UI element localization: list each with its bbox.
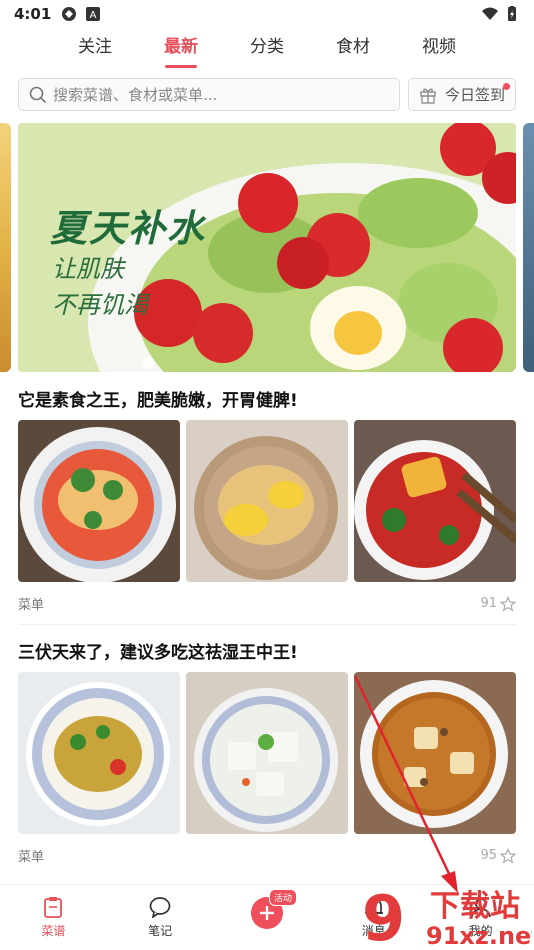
watermark-logo: 9 下载站 91xz.net <box>360 882 534 950</box>
nav-label: 菜谱 <box>41 924 66 938</box>
item-tag: 菜单 <box>18 598 45 613</box>
star-icon[interactable] <box>500 595 516 612</box>
note-icon <box>148 895 172 919</box>
banner-subtitle-line2: 不再饥渴 <box>52 291 148 319</box>
event-badge: 活动 <box>268 889 297 906</box>
notification-dot <box>503 83 510 90</box>
add-button[interactable]: 活动 <box>250 889 297 929</box>
search-row: 搜索菜谱、食材或菜单... 今日签到 <box>18 78 516 111</box>
banner-subtitle-line1: 让肌肤 <box>52 255 124 283</box>
photo-row[interactable] <box>18 420 516 582</box>
tab-category[interactable]: 分类 <box>250 30 284 66</box>
section-title[interactable]: 它是素食之王，肥美脆嫩，开胃健脾! <box>18 386 298 411</box>
watermark-line2: 91xz.net <box>426 922 532 948</box>
dish-photo[interactable] <box>186 420 348 582</box>
checkin-button[interactable]: 今日签到 <box>408 78 516 111</box>
item-tag: 菜单 <box>18 850 45 865</box>
gift-icon <box>420 88 436 104</box>
tab-ingredients[interactable]: 食材 <box>336 30 370 66</box>
search-placeholder: 搜索菜谱、食材或菜单... <box>53 86 218 104</box>
add-icon <box>259 906 274 920</box>
star-icon[interactable] <box>500 847 516 864</box>
watermark-logo-mark: 9 <box>362 886 405 948</box>
section-title[interactable]: 三伏天来了，建议多吃这祛湿王中王! <box>18 638 298 663</box>
dish-photo[interactable] <box>18 420 180 582</box>
prev-banner-peek[interactable] <box>0 123 11 372</box>
banner-title: 夏天补水 <box>50 207 206 250</box>
likes[interactable]: 91 <box>480 595 516 612</box>
item-meta: 菜单 95 <box>18 846 516 865</box>
app-notification-icon <box>62 7 77 21</box>
likes-count: 95 <box>480 848 497 863</box>
nav-add[interactable]: 活动 <box>227 889 307 929</box>
status-time: 4:01 <box>14 5 52 23</box>
next-banner-peek[interactable] <box>523 123 534 372</box>
photo-row[interactable] <box>18 672 516 834</box>
battery-icon <box>508 6 516 21</box>
banner-image[interactable]: 夏天补水 让肌肤 不再饥渴 <box>18 123 516 372</box>
wifi-icon <box>482 7 498 20</box>
nav-recipes[interactable]: 菜谱 <box>13 895 93 939</box>
tab-latest[interactable]: 最新 <box>164 30 198 66</box>
item-meta: 菜单 91 <box>18 594 516 613</box>
dish-photo[interactable] <box>354 672 516 834</box>
checkin-label: 今日签到 <box>444 86 505 104</box>
text-notification-icon: A <box>86 7 101 21</box>
likes[interactable]: 95 <box>480 847 516 864</box>
watermark-line1: 下载站 <box>430 889 520 924</box>
search-icon <box>29 86 47 103</box>
search-input[interactable]: 搜索菜谱、食材或菜单... <box>18 78 400 111</box>
dish-photo[interactable] <box>186 672 348 834</box>
svg-text:A: A <box>90 10 97 21</box>
dish-photo[interactable] <box>354 420 516 582</box>
nav-label: 笔记 <box>148 924 173 938</box>
recipe-icon <box>41 895 65 919</box>
dish-photo[interactable] <box>18 672 180 834</box>
likes-count: 91 <box>480 596 497 611</box>
nav-notes[interactable]: 笔记 <box>120 895 200 939</box>
divider <box>18 624 516 625</box>
top-tabs: 关注 最新 分类 食材 视频 <box>0 30 534 66</box>
tab-follow[interactable]: 关注 <box>78 30 112 66</box>
banner-carousel[interactable]: 夏天补水 让肌肤 不再饥渴 <box>0 123 534 372</box>
status-bar: 4:01 A <box>0 0 534 28</box>
tab-video[interactable]: 视频 <box>422 30 456 66</box>
